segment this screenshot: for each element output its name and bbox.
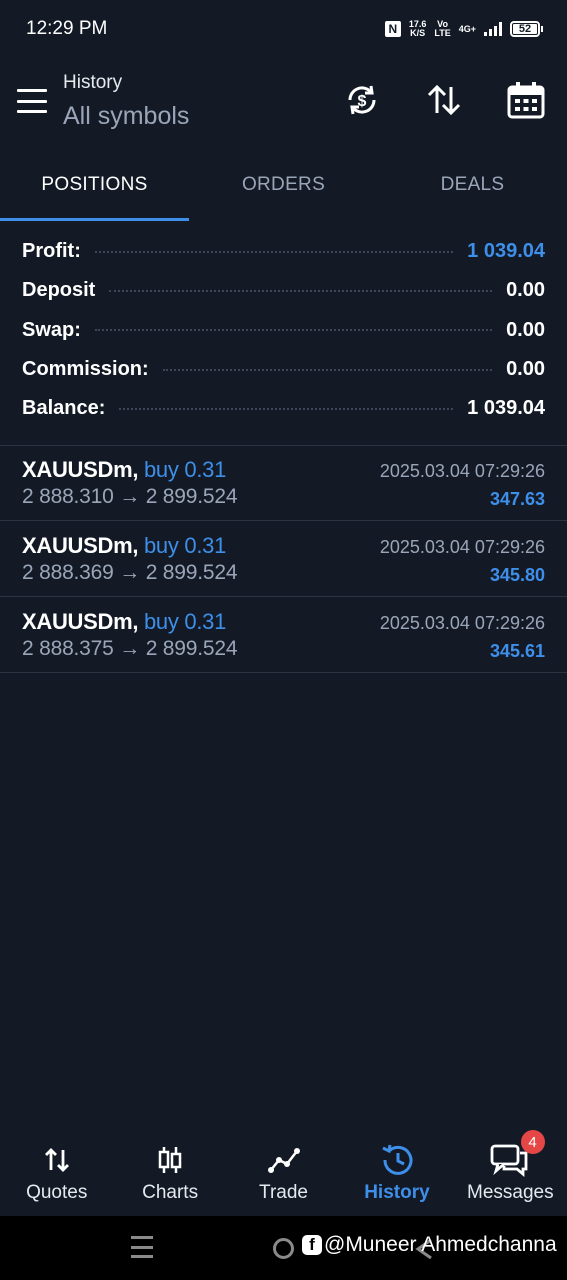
quotes-arrows-icon [43, 1144, 71, 1176]
nfc-icon: N [384, 21, 401, 37]
position-row[interactable]: XAUUSDm, buy 0.31 2 888.310 → 2 899.524 … [0, 445, 567, 521]
recent-apps-icon[interactable] [131, 1236, 153, 1258]
nav-quotes-label: Quotes [26, 1182, 88, 1203]
sort-button[interactable] [424, 80, 464, 120]
position-row[interactable]: XAUUSDm, buy 0.31 2 888.375 → 2 899.524 … [0, 597, 567, 673]
tab-positions[interactable]: POSITIONS [0, 148, 189, 221]
volte-bottom: LTE [434, 28, 451, 38]
nav-charts-label: Charts [142, 1182, 199, 1203]
watermark: f @Muneer Ahmedchanna [302, 1233, 557, 1257]
position-date: 2025.03.04 07:29:26 [379, 613, 545, 633]
network-speed-unit: K/S [410, 28, 426, 38]
network-type-label: 4G+ [458, 23, 476, 34]
battery-icon: 52 [510, 21, 543, 37]
page-title: History [63, 72, 123, 93]
network-type: 4G+ [458, 23, 476, 34]
position-profit: 345.80 [489, 565, 545, 585]
swap-value: 0.00 [506, 318, 545, 341]
position-symbol: XAUUSDm, buy 0.31 [22, 457, 226, 483]
balance-label: Balance: [22, 397, 106, 420]
nav-quotes[interactable]: Quotes [0, 1130, 113, 1216]
swap-label: Swap: [22, 318, 81, 341]
deposit-value: 0.00 [506, 279, 545, 302]
menu-icon[interactable] [17, 89, 47, 113]
system-navigation-bar: f @Muneer Ahmedchanna [0, 1216, 567, 1280]
profit-value: 1 039.04 [467, 240, 545, 263]
position-symbol: XAUUSDm, buy 0.31 [22, 533, 226, 559]
position-date: 2025.03.04 07:29:26 [379, 537, 545, 557]
signal-icon [484, 22, 502, 36]
position-prices: 2 888.310 → 2 899.524 [22, 485, 238, 508]
facebook-icon: f [302, 1235, 322, 1255]
position-row[interactable]: XAUUSDm, buy 0.31 2 888.369 → 2 899.524 … [0, 521, 567, 597]
position-type: buy 0.31 [144, 457, 227, 482]
history-tabs: POSITIONS ORDERS DEALS [0, 148, 567, 221]
position-prices: 2 888.369 → 2 899.524 [22, 561, 238, 584]
status-icons: N 17.6 K/S Vo LTE 4G+ 52 [384, 20, 543, 38]
position-date: 2025.03.04 07:29:26 [379, 461, 545, 481]
sort-arrows-icon [427, 84, 461, 116]
symbol-name: XAUUSDm, [22, 533, 139, 558]
deposit-label: Deposit [22, 279, 96, 302]
status-bar: 12:29 PM N 17.6 K/S Vo LTE 4G+ 52 [0, 0, 567, 58]
watermark-text: @Muneer Ahmedchanna [324, 1233, 557, 1256]
history-clock-icon [380, 1144, 414, 1176]
balance-value: 1 039.04 [467, 397, 545, 420]
nav-messages[interactable]: 4 Messages [454, 1130, 567, 1216]
symbol-name: XAUUSDm, [22, 609, 139, 634]
nav-messages-label: Messages [467, 1182, 554, 1203]
volte-indicator: Vo LTE [434, 20, 450, 38]
commission-value: 0.00 [506, 358, 545, 381]
nav-trade[interactable]: Trade [227, 1130, 340, 1216]
account-summary: Profit: 1 039.04 Deposit 0.00 Swap: 0.00… [0, 232, 567, 428]
app-header: History All symbols $ [0, 58, 567, 148]
messages-badge: 4 [520, 1130, 545, 1154]
network-speed: 17.6 K/S [409, 20, 427, 38]
nav-trade-label: Trade [259, 1182, 308, 1203]
summary-deposit-row: Deposit 0.00 [0, 271, 567, 310]
currency-exchange-button[interactable]: $ [342, 80, 382, 120]
commission-label: Commission: [22, 358, 149, 381]
divider [0, 672, 567, 673]
status-time: 12:29 PM [26, 18, 108, 39]
summary-commission-row: Commission: 0.00 [0, 350, 567, 389]
nav-charts[interactable]: Charts [113, 1130, 226, 1216]
battery-level: 52 [513, 23, 537, 35]
symbol-filter[interactable]: All symbols [63, 102, 189, 131]
svg-text:$: $ [358, 93, 367, 110]
home-button-icon[interactable] [273, 1238, 294, 1259]
symbol-name: XAUUSDm, [22, 457, 139, 482]
position-prices: 2 888.375 → 2 899.524 [22, 637, 238, 660]
bottom-navigation: Quotes Charts Trade History 4 Messages [0, 1130, 567, 1216]
position-profit: 345.61 [489, 641, 545, 661]
tab-orders[interactable]: ORDERS [189, 148, 378, 221]
dotted-leader [94, 250, 454, 253]
dotted-leader [94, 329, 493, 332]
dotted-leader [109, 289, 493, 292]
position-symbol: XAUUSDm, buy 0.31 [22, 609, 226, 635]
nav-history-label: History [364, 1182, 430, 1203]
candlestick-icon [156, 1144, 184, 1176]
profit-label: Profit: [22, 240, 81, 263]
summary-profit-row: Profit: 1 039.04 [0, 232, 567, 271]
position-profit: 347.63 [489, 489, 545, 509]
position-type: buy 0.31 [144, 533, 227, 558]
position-type: buy 0.31 [144, 609, 227, 634]
summary-balance-row: Balance: 1 039.04 [0, 389, 567, 428]
dotted-leader [162, 368, 493, 371]
calendar-icon [507, 82, 545, 119]
summary-swap-row: Swap: 0.00 [0, 311, 567, 350]
dotted-leader [119, 407, 454, 410]
nav-history[interactable]: History [340, 1130, 453, 1216]
trade-line-icon [267, 1144, 301, 1176]
calendar-button[interactable] [506, 80, 546, 120]
currency-exchange-icon: $ [348, 85, 376, 115]
tab-deals[interactable]: DEALS [378, 148, 567, 221]
